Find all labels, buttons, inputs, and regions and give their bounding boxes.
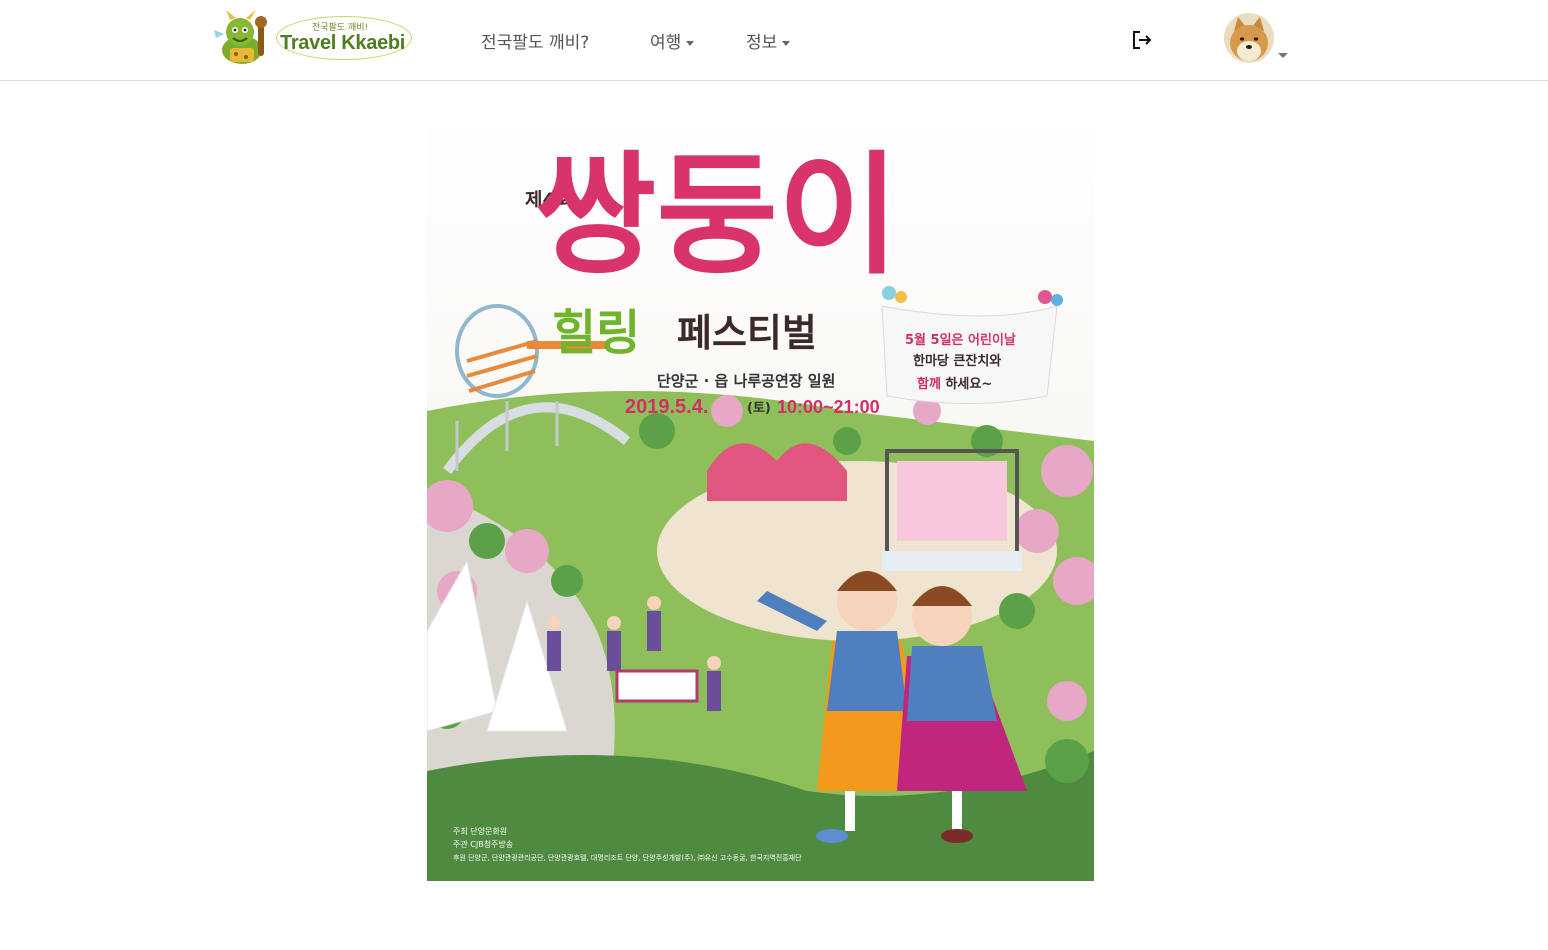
nav-item-travel-dropdown[interactable]: 여행 [650, 28, 695, 53]
caret-down-icon [686, 40, 695, 46]
festival-poster-image: 제4회 쌍둥이 힐링 페스티벌 단양군 · 읍 나루공연장 일원 2019.5.… [427, 111, 1094, 881]
banner-line2: 한마당 큰잔치와 [913, 353, 1001, 369]
logo-title: Travel Kkaebi [280, 32, 406, 54]
banner-line1-b: 어린이날 [968, 332, 1016, 348]
banner-line1-a: 5월 5일은 [905, 332, 968, 348]
poster-title-dark: 페스티벌 [677, 311, 817, 355]
goblin-mascot-icon [214, 10, 267, 64]
avatar-caret-down-icon[interactable] [1278, 53, 1288, 58]
banner-line3-b: 하세요~ [941, 376, 992, 392]
travel-kkaebi-logo[interactable]: 전국팔도 깨비! Travel Kkaebi [212, 10, 416, 66]
poster-title-green: 힐링 [552, 305, 640, 361]
nav-item-travel-label: 여행 [650, 33, 682, 53]
shiba-dog-icon [1224, 13, 1274, 63]
svg-text:5월 5일은 어린이날: 5월 5일은 어린이날 [905, 332, 1016, 348]
festival-poster-carousel: 제4회 쌍둥이 힐링 페스티벌 단양군 · 읍 나루공연장 일원 2019.5.… [427, 111, 1094, 881]
poster-day: (토) [747, 401, 771, 416]
chevron-left-icon[interactable] [465, 111, 495, 141]
nav-item-about-label: 전국팔도 깨비? [481, 33, 590, 53]
nav-item-about[interactable]: 전국팔도 깨비? [481, 28, 589, 53]
logout-icon[interactable] [1130, 28, 1154, 52]
poster-credit-host: 주최 단양문화원 [453, 826, 507, 836]
poster-title-main: 쌍둥이 [535, 138, 899, 293]
nav-item-info-label: 정보 [746, 33, 778, 53]
poster-location: 단양군 · 읍 나루공연장 일원 [657, 372, 835, 390]
poster-time: 10:00~21:00 [777, 397, 880, 417]
poster-credit-organizer: 주관 CJB청주방송 [453, 839, 513, 849]
user-avatar[interactable] [1224, 13, 1274, 63]
top-navbar: 전국팔도 깨비! Travel Kkaebi 전국팔도 깨비? 여행 정보 [0, 0, 1548, 81]
caret-down-icon [782, 40, 791, 46]
poster-credit-sponsors: 후원 단양군, 단양관광관리공단, 단양관광호텔, 대명리조트 단양, 단양주성… [453, 853, 802, 862]
poster-date: 2019.5.4. [625, 396, 708, 418]
chevron-right-icon[interactable] [1027, 111, 1057, 141]
banner-line3-a: 함께 [917, 376, 941, 392]
svg-text:함께 하세요~: 함께 하세요~ [917, 376, 992, 392]
nav-item-info-dropdown[interactable]: 정보 [746, 28, 791, 53]
